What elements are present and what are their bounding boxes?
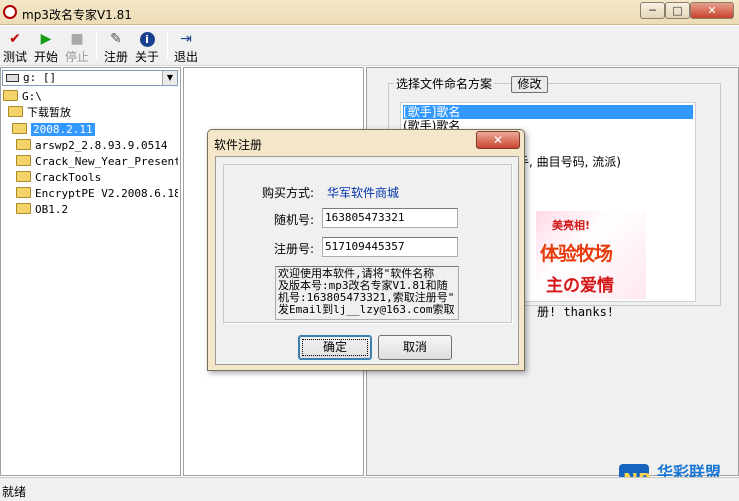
test-label: 测试 [3,50,28,64]
drive-value: g: [] [23,71,57,84]
banner-text-main: 体验牧场 [540,243,613,265]
chevron-down-icon[interactable]: ▼ [162,71,177,85]
stop-label: 停止 [65,50,90,64]
register-label: 注册 [104,50,129,64]
window-title: mp3改名专家V1.81 [22,8,132,22]
folder-icon [16,139,31,150]
start-label: 开始 [34,50,59,64]
ad-banner[interactable]: 美亮相! 体验牧场 主の爱情 [536,211,646,299]
register-code-field[interactable]: 517109445357 [322,237,458,257]
test-button[interactable]: ✔ 测试 [3,31,27,65]
register-dialog: 软件注册 ✕ 购买方式: 华军软件商城 随机号: 163805473321 注册… [207,129,525,371]
title-bar: mp3改名专家V1.81 ─ □ ✕ [0,0,739,25]
drive-icon [6,74,19,82]
maximize-button[interactable]: □ [665,2,690,19]
folder-tree-pane: g: [] ▼ G:\ 下载暂放 2008.2.11 arswp2_2.8.93… [0,67,181,476]
about-label: 关于 [135,50,160,64]
dialog-close-button[interactable]: ✕ [476,131,520,149]
cancel-button[interactable]: 取消 [378,335,452,360]
buy-method-label: 购买方式: [262,186,315,200]
folder-open-icon [12,123,27,134]
tree-item-folder[interactable]: CrackTools [16,170,178,186]
close-button[interactable]: ✕ [690,2,734,19]
scheme-item[interactable]: [歌手]歌名 [403,105,693,119]
focus-ring [302,339,368,356]
status-bar: 就绪 [0,477,739,501]
exit-icon: ⇥ [180,31,192,47]
folder-icon [16,155,31,166]
naming-scheme-title: 选择文件命名方案 [394,75,495,92]
folder-open-icon [3,90,18,101]
ok-button[interactable]: 确定 [298,335,372,360]
toolbar-separator [167,32,168,60]
info-icon: i [135,31,159,47]
stop-icon: ■ [70,31,84,47]
thanks-text: 册! thanks! [537,305,615,319]
banner-text-top: 美亮相! [552,219,591,232]
app-icon [3,5,17,19]
exit-button[interactable]: ⇥ 退出 [174,31,198,65]
stop-button[interactable]: ■ 停止 [65,31,89,65]
tree-item-folder[interactable]: OB1.2 [16,202,178,218]
banner-text-bottom: 主の爱情 [546,276,614,296]
dialog-body: 购买方式: 华军软件商城 随机号: 163805473321 注册号: 5171… [215,156,519,365]
toolbar: ✔ 测试 ▶ 开始 ■ 停止 ✎ 注册 i 关于 ⇥ 退出 [0,26,739,66]
register-code-label: 注册号: [274,242,315,256]
minimize-button[interactable]: ─ [640,2,665,19]
folder-icon [16,171,31,182]
drive-select[interactable]: g: [] ▼ [2,70,178,86]
start-button[interactable]: ▶ 开始 [34,31,58,65]
tree-item-g-drive[interactable]: G:\ [3,89,42,105]
buy-link[interactable]: 华军软件商城 [327,184,399,201]
tree-item-folder[interactable]: Crack_New_Year_Presents_ [16,154,178,170]
folder-icon [16,203,31,214]
tree-item-folder[interactable]: arswp2_2.8.93.9.0514 [16,138,178,154]
play-icon: ▶ [40,31,52,47]
register-button[interactable]: ✎ 注册 [104,31,128,65]
tree-item-2008-2-11[interactable]: 2008.2.11 [12,122,177,138]
scheme-item[interactable]: 手, 曲目号码, 流派) [517,155,621,169]
tree-item-downloads[interactable]: 下载暂放 [8,105,71,121]
toolbar-separator [96,32,97,60]
check-icon: ✔ [9,31,21,47]
modify-button[interactable]: 修改 [511,76,548,93]
about-button[interactable]: i 关于 [135,31,159,65]
dialog-title: 软件注册 [214,138,263,152]
exit-label: 退出 [174,50,199,64]
folder-icon [16,187,31,198]
register-icon: ✎ [110,31,122,47]
instructions-text[interactable]: 欢迎使用本软件,请将"软件名称 及版本号:mp3改名专家V1.81和随 机号:1… [275,266,459,320]
tree-item-folder[interactable]: EncryptPE V2.2008.6.18 S [16,186,178,202]
folder-open-icon [8,106,23,117]
random-number-field[interactable]: 163805473321 [322,208,458,228]
status-text: 就绪 [2,485,27,499]
random-number-label: 随机号: [274,213,315,227]
dialog-frame: 购买方式: 华军软件商城 随机号: 163805473321 注册号: 5171… [223,164,513,324]
